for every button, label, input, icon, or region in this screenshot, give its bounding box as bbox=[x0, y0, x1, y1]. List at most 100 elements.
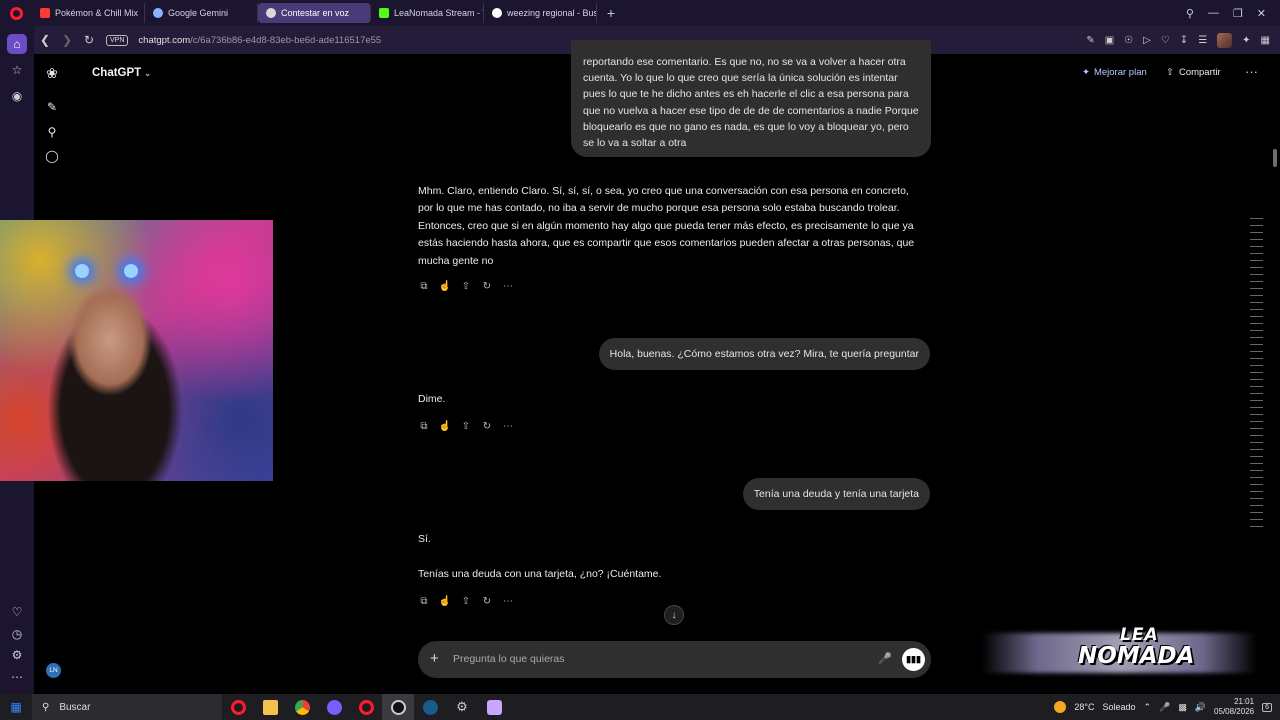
messenger-icon[interactable] bbox=[318, 694, 350, 720]
play-icon[interactable]: ▷ bbox=[1143, 35, 1151, 46]
user-avatar[interactable]: LN bbox=[46, 663, 61, 678]
voice-mode-button[interactable]: ▮▮▮ bbox=[902, 648, 925, 671]
close-button[interactable]: ✕ bbox=[1257, 7, 1266, 20]
notification-badge[interactable]: 6 bbox=[1262, 702, 1272, 712]
opera-menu-button[interactable] bbox=[0, 0, 32, 26]
vpn-badge[interactable]: VPN bbox=[106, 34, 129, 46]
copy-icon[interactable]: ⧉ bbox=[418, 595, 430, 607]
scroll-to-bottom-button[interactable]: ↓ bbox=[664, 605, 684, 625]
attach-plus-icon[interactable]: + bbox=[430, 650, 439, 667]
message-composer: + Pregunta lo que quieras 🎤 ▮▮▮ bbox=[418, 641, 931, 678]
menu-icon[interactable]: ☰ bbox=[1198, 35, 1207, 46]
upgrade-plan-button[interactable]: ✦ Mejorar plan bbox=[1082, 67, 1147, 78]
camera-icon[interactable]: ▣ bbox=[1105, 35, 1114, 46]
share-icon[interactable]: ⇧ bbox=[460, 280, 472, 292]
model-name-label: ChatGPT bbox=[92, 67, 142, 79]
tab-google-gemini[interactable]: Google Gemini bbox=[145, 3, 258, 23]
stream-logo-overlay: LEA NOMADA bbox=[982, 625, 1257, 687]
shield-icon[interactable]: ☉ bbox=[1124, 35, 1133, 46]
assistant-message: Mhm. Claro, entiendo Claro. Sí, sí, sí, … bbox=[418, 185, 915, 267]
reload-icon[interactable]: ↻ bbox=[78, 33, 100, 47]
easy-setup-icon[interactable]: ▦ bbox=[1261, 35, 1270, 46]
windows-start-icon[interactable]: ▦ bbox=[0, 700, 32, 714]
weather-sun-icon[interactable] bbox=[1054, 701, 1067, 713]
new-chat-icon[interactable]: ✎ bbox=[45, 100, 59, 114]
logo-word-2: NOMADA bbox=[1078, 643, 1195, 669]
message-actions: ⧉ ☝ ⇧ ↻ ⋯ bbox=[418, 280, 514, 292]
taskbar-search[interactable]: ⚲ Buscar bbox=[32, 694, 222, 720]
maximize-button[interactable]: ❐ bbox=[1233, 7, 1243, 20]
weather-temp[interactable]: 28°C bbox=[1074, 702, 1094, 712]
download-icon[interactable]: ↧ bbox=[1180, 35, 1188, 46]
edit-icon[interactable]: ✎ bbox=[1086, 35, 1094, 46]
thumbs-feedback-icon[interactable]: ☝ bbox=[439, 595, 451, 607]
prompt-input[interactable]: Pregunta lo que quieras bbox=[453, 653, 565, 665]
more-dots-icon[interactable]: ⋯ bbox=[7, 667, 27, 687]
tab-label: Pokémon & Chill Mix bbox=[55, 8, 139, 18]
obs-icon[interactable] bbox=[382, 694, 414, 720]
extension-icon[interactable]: ✦ bbox=[1242, 35, 1250, 46]
forward-icon[interactable]: ❯ bbox=[56, 33, 78, 47]
tab-contestar-en-voz[interactable]: Contestar en voz bbox=[258, 3, 371, 23]
heart-icon[interactable]: ♡ bbox=[1161, 35, 1170, 46]
heart-icon[interactable]: ♡ bbox=[7, 602, 27, 622]
thumbs-feedback-icon[interactable]: ☝ bbox=[439, 280, 451, 292]
settings-gear-icon[interactable]: ⚙ bbox=[446, 694, 478, 720]
opera-gx-icon[interactable] bbox=[350, 694, 382, 720]
share-button[interactable]: ⇧ Compartir bbox=[1166, 67, 1221, 78]
url-field[interactable]: chatgpt.com/c/6a736b86-e4d8-83eb-be6d-ad… bbox=[138, 35, 381, 46]
more-dots-icon[interactable]: ⋯ bbox=[502, 595, 514, 607]
scrollbar-thumb[interactable] bbox=[1273, 149, 1277, 167]
volume-icon[interactable]: 🔊 bbox=[1195, 702, 1206, 713]
chrome-icon[interactable] bbox=[286, 694, 318, 720]
share-icon[interactable]: ⇧ bbox=[460, 420, 472, 432]
profile-avatar[interactable] bbox=[1217, 32, 1233, 48]
conversation-minimap[interactable] bbox=[1250, 218, 1263, 538]
tab-pokemon-mix[interactable]: Pokémon & Chill Mix bbox=[32, 3, 145, 23]
star-icon[interactable]: ☆ bbox=[7, 60, 27, 80]
copy-icon[interactable]: ⧉ bbox=[418, 280, 430, 292]
app-icon[interactable] bbox=[478, 694, 510, 720]
chatgpt-logo-icon[interactable]: ❀ bbox=[45, 65, 59, 81]
more-options-button[interactable]: ··· bbox=[1245, 64, 1258, 79]
back-icon[interactable]: ❮ bbox=[34, 33, 56, 47]
clock[interactable]: 21:01 05/08/2026 bbox=[1214, 697, 1254, 717]
copy-icon[interactable]: ⧉ bbox=[418, 420, 430, 432]
more-dots-icon[interactable]: ⋯ bbox=[502, 420, 514, 432]
user-message: reportando ese comentario. Es que no, no… bbox=[571, 40, 931, 158]
message-actions: ⧉ ☝ ⇧ ↻ ⋯ bbox=[418, 595, 514, 607]
aria-icon[interactable]: ◉ bbox=[7, 86, 27, 106]
regenerate-icon[interactable]: ↻ bbox=[481, 420, 493, 432]
model-selector[interactable]: ChatGPT ⌄ bbox=[92, 67, 151, 79]
page-scrollbar[interactable] bbox=[1270, 54, 1278, 694]
microphone-icon[interactable]: 🎤 bbox=[878, 652, 892, 665]
clock-date: 05/08/2026 bbox=[1214, 707, 1255, 716]
chevron-up-icon[interactable]: ⌃ bbox=[1144, 702, 1152, 713]
chats-icon[interactable]: ◯ bbox=[45, 149, 59, 163]
settings-gear-icon[interactable]: ⚙ bbox=[7, 645, 27, 665]
more-dots-icon[interactable]: ⋯ bbox=[502, 280, 514, 292]
steam-icon[interactable] bbox=[414, 694, 446, 720]
opera-taskbar-icon[interactable] bbox=[222, 694, 254, 720]
regenerate-icon[interactable]: ↻ bbox=[481, 280, 493, 292]
search-icon[interactable]: ⚲ bbox=[45, 125, 59, 139]
chatgpt-icon bbox=[266, 8, 276, 18]
tab-leanomada-stream[interactable]: LeaNomada Stream - Wat bbox=[371, 3, 484, 23]
opera-logo-icon bbox=[9, 6, 23, 20]
regenerate-icon[interactable]: ↻ bbox=[481, 595, 493, 607]
weather-text[interactable]: Soleado bbox=[1103, 702, 1136, 712]
search-tabs-icon[interactable]: ⚲ bbox=[1186, 7, 1194, 20]
microphone-tray-icon[interactable]: 🎤 bbox=[1159, 702, 1170, 713]
new-tab-button[interactable]: + bbox=[603, 5, 619, 21]
cat-ear-light-icon bbox=[75, 264, 89, 278]
file-explorer-icon[interactable] bbox=[254, 694, 286, 720]
share-icon[interactable]: ⇧ bbox=[460, 595, 472, 607]
minimize-button[interactable]: — bbox=[1208, 7, 1219, 19]
share-icon: ⇧ bbox=[1166, 67, 1174, 78]
home-icon[interactable]: ⌂ bbox=[7, 34, 27, 54]
network-icon[interactable]: ▩ bbox=[1178, 702, 1187, 713]
upgrade-label: Mejorar plan bbox=[1093, 67, 1147, 78]
tab-weezing-search[interactable]: weezing regional - Buscar bbox=[484, 3, 597, 23]
thumbs-feedback-icon[interactable]: ☝ bbox=[439, 420, 451, 432]
history-icon[interactable]: ◷ bbox=[7, 624, 27, 644]
